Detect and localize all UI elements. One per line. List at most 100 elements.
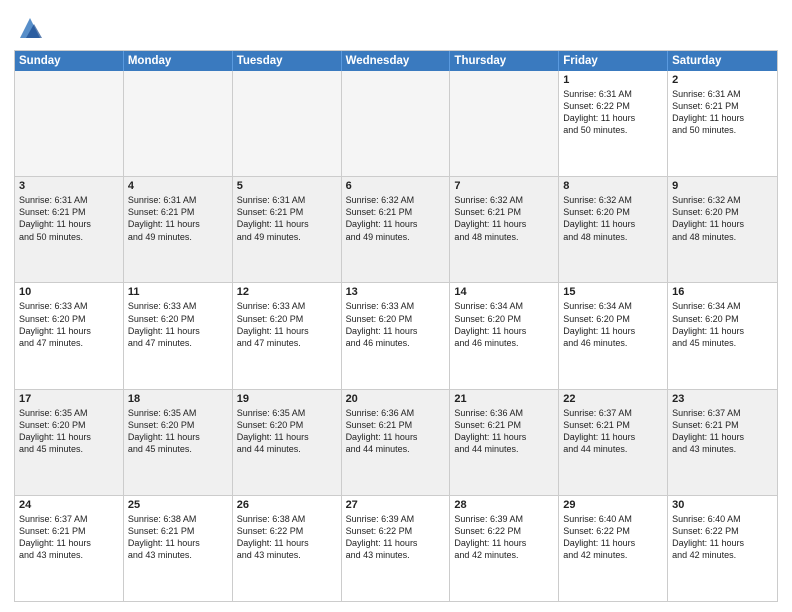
calendar-cell: 28Sunrise: 6:39 AM Sunset: 6:22 PM Dayli… [450, 496, 559, 601]
day-info: Sunrise: 6:32 AM Sunset: 6:21 PM Dayligh… [346, 194, 446, 243]
day-info: Sunrise: 6:40 AM Sunset: 6:22 PM Dayligh… [672, 513, 773, 562]
day-number: 8 [563, 180, 663, 192]
calendar-cell: 12 Sunrise: 6:33 AM Sunset: 6:20 PM Dayli… [233, 283, 342, 388]
day-info: Sunrise: 6:35 AM Sunset: 6:20 PM Dayligh… [237, 407, 337, 456]
calendar: SundayMondayTuesdayWednesdayThursdayFrid… [14, 50, 778, 602]
calendar-body: 1 Sunrise: 6:31 AM Sunset: 6:22 PM Daylig… [15, 71, 777, 601]
day-number: 12 [237, 286, 337, 298]
calendar-cell: 4 Sunrise: 6:31 AM Sunset: 6:21 PM Daylig… [124, 177, 233, 282]
calendar-cell: 5Sunrise: 6:31 AM Sunset: 6:21 PM Daylig… [233, 177, 342, 282]
day-number: 17 [19, 393, 119, 405]
calendar-row: 24 Sunrise: 6:37 AM Sunset: 6:21 PM Dayli… [15, 496, 777, 601]
calendar-cell: 17 Sunrise: 6:35 AM Sunset: 6:20 PM Dayli… [15, 390, 124, 495]
day-info: Sunrise: 6:31 AM Sunset: 6:21 PM Dayligh… [19, 194, 119, 243]
day-info: Sunrise: 6:36 AM Sunset: 6:21 PM Dayligh… [346, 407, 446, 456]
weekday-header: Sunday [15, 51, 124, 71]
day-info: Sunrise: 6:35 AM Sunset: 6:20 PM Dayligh… [128, 407, 228, 456]
day-number: 2 [672, 74, 773, 86]
calendar-cell [450, 71, 559, 176]
day-number: 20 [346, 393, 446, 405]
calendar-cell: 25Sunrise: 6:38 AM Sunset: 6:21 PM Dayli… [124, 496, 233, 601]
calendar-cell [233, 71, 342, 176]
day-info: Sunrise: 6:31 AM Sunset: 6:21 PM Dayligh… [672, 88, 773, 137]
day-number: 21 [454, 393, 554, 405]
day-number: 3 [19, 180, 119, 192]
day-number: 15 [563, 286, 663, 298]
day-info: Sunrise: 6:38 AM Sunset: 6:21 PM Dayligh… [128, 513, 228, 562]
calendar-cell [15, 71, 124, 176]
calendar-cell: 1 Sunrise: 6:31 AM Sunset: 6:22 PM Daylig… [559, 71, 668, 176]
header [14, 10, 778, 42]
weekday-header: Tuesday [233, 51, 342, 71]
day-info: Sunrise: 6:39 AM Sunset: 6:22 PM Dayligh… [346, 513, 446, 562]
calendar-cell: 22 Sunrise: 6:37 AM Sunset: 6:21 PM Dayli… [559, 390, 668, 495]
day-number: 23 [672, 393, 773, 405]
calendar-cell [124, 71, 233, 176]
day-info: Sunrise: 6:37 AM Sunset: 6:21 PM Dayligh… [563, 407, 663, 456]
calendar-cell: 11Sunrise: 6:33 AM Sunset: 6:20 PM Dayli… [124, 283, 233, 388]
weekday-header: Saturday [668, 51, 777, 71]
calendar-cell: 23 Sunrise: 6:37 AM Sunset: 6:21 PM Dayli… [668, 390, 777, 495]
day-info: Sunrise: 6:39 AM Sunset: 6:22 PM Dayligh… [454, 513, 554, 562]
day-info: Sunrise: 6:32 AM Sunset: 6:20 PM Dayligh… [563, 194, 663, 243]
day-number: 16 [672, 286, 773, 298]
calendar-row: 10 Sunrise: 6:33 AM Sunset: 6:20 PM Dayli… [15, 283, 777, 389]
calendar-cell: 14Sunrise: 6:34 AM Sunset: 6:20 PM Dayli… [450, 283, 559, 388]
calendar-cell: 2 Sunrise: 6:31 AM Sunset: 6:21 PM Daylig… [668, 71, 777, 176]
calendar-cell [342, 71, 451, 176]
day-number: 4 [128, 180, 228, 192]
day-number: 11 [128, 286, 228, 298]
calendar-cell: 24 Sunrise: 6:37 AM Sunset: 6:21 PM Dayli… [15, 496, 124, 601]
calendar-cell: 3 Sunrise: 6:31 AM Sunset: 6:21 PM Daylig… [15, 177, 124, 282]
calendar-header: SundayMondayTuesdayWednesdayThursdayFrid… [15, 51, 777, 71]
logo-icon [16, 14, 44, 42]
day-number: 7 [454, 180, 554, 192]
calendar-cell: 16Sunrise: 6:34 AM Sunset: 6:20 PM Dayli… [668, 283, 777, 388]
logo [14, 14, 44, 42]
calendar-cell: 19 Sunrise: 6:35 AM Sunset: 6:20 PM Dayli… [233, 390, 342, 495]
day-info: Sunrise: 6:32 AM Sunset: 6:21 PM Dayligh… [454, 194, 554, 243]
day-number: 6 [346, 180, 446, 192]
calendar-cell: 6 Sunrise: 6:32 AM Sunset: 6:21 PM Daylig… [342, 177, 451, 282]
calendar-cell: 18 Sunrise: 6:35 AM Sunset: 6:20 PM Dayli… [124, 390, 233, 495]
day-number: 29 [563, 499, 663, 511]
day-number: 10 [19, 286, 119, 298]
day-info: Sunrise: 6:34 AM Sunset: 6:20 PM Dayligh… [454, 300, 554, 349]
day-info: Sunrise: 6:31 AM Sunset: 6:22 PM Dayligh… [563, 88, 663, 137]
day-number: 19 [237, 393, 337, 405]
weekday-header: Friday [559, 51, 668, 71]
calendar-cell: 9Sunrise: 6:32 AM Sunset: 6:20 PM Daylig… [668, 177, 777, 282]
day-info: Sunrise: 6:40 AM Sunset: 6:22 PM Dayligh… [563, 513, 663, 562]
day-number: 26 [237, 499, 337, 511]
day-number: 24 [19, 499, 119, 511]
calendar-row: 3 Sunrise: 6:31 AM Sunset: 6:21 PM Daylig… [15, 177, 777, 283]
calendar-cell: 26Sunrise: 6:38 AM Sunset: 6:22 PM Dayli… [233, 496, 342, 601]
day-info: Sunrise: 6:35 AM Sunset: 6:20 PM Dayligh… [19, 407, 119, 456]
day-number: 30 [672, 499, 773, 511]
calendar-cell: 29 Sunrise: 6:40 AM Sunset: 6:22 PM Dayli… [559, 496, 668, 601]
day-info: Sunrise: 6:31 AM Sunset: 6:21 PM Dayligh… [128, 194, 228, 243]
calendar-cell: 8 Sunrise: 6:32 AM Sunset: 6:20 PM Daylig… [559, 177, 668, 282]
calendar-cell: 15Sunrise: 6:34 AM Sunset: 6:20 PM Dayli… [559, 283, 668, 388]
day-number: 13 [346, 286, 446, 298]
day-number: 1 [563, 74, 663, 86]
page: SundayMondayTuesdayWednesdayThursdayFrid… [0, 0, 792, 612]
day-number: 22 [563, 393, 663, 405]
weekday-header: Monday [124, 51, 233, 71]
day-number: 9 [672, 180, 773, 192]
weekday-header: Wednesday [342, 51, 451, 71]
day-number: 18 [128, 393, 228, 405]
calendar-cell: 27 Sunrise: 6:39 AM Sunset: 6:22 PM Dayli… [342, 496, 451, 601]
calendar-cell: 21Sunrise: 6:36 AM Sunset: 6:21 PM Dayli… [450, 390, 559, 495]
day-number: 5 [237, 180, 337, 192]
day-info: Sunrise: 6:33 AM Sunset: 6:20 PM Dayligh… [346, 300, 446, 349]
calendar-cell: 30 Sunrise: 6:40 AM Sunset: 6:22 PM Dayli… [668, 496, 777, 601]
day-info: Sunrise: 6:33 AM Sunset: 6:20 PM Dayligh… [237, 300, 337, 349]
day-info: Sunrise: 6:33 AM Sunset: 6:20 PM Dayligh… [19, 300, 119, 349]
calendar-cell: 10 Sunrise: 6:33 AM Sunset: 6:20 PM Dayli… [15, 283, 124, 388]
calendar-row: 1 Sunrise: 6:31 AM Sunset: 6:22 PM Daylig… [15, 71, 777, 177]
day-number: 27 [346, 499, 446, 511]
day-info: Sunrise: 6:37 AM Sunset: 6:21 PM Dayligh… [19, 513, 119, 562]
day-info: Sunrise: 6:37 AM Sunset: 6:21 PM Dayligh… [672, 407, 773, 456]
calendar-cell: 7 Sunrise: 6:32 AM Sunset: 6:21 PM Daylig… [450, 177, 559, 282]
